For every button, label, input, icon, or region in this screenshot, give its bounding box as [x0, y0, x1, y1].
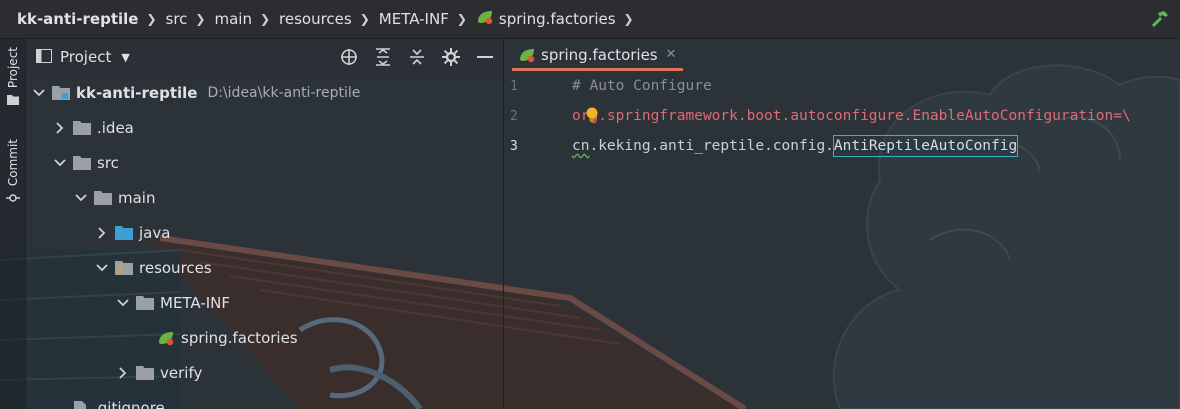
tree-item-project-root[interactable]: kk-anti-reptile D:\idea\kk-anti-reptile	[32, 75, 360, 110]
folder-icon	[73, 155, 91, 170]
spring-leaf-icon	[157, 330, 175, 346]
tree-item-meta-inf[interactable]: META-INF	[116, 285, 230, 320]
tree-item-gitignore[interactable]: .gitignore	[73, 390, 165, 409]
tree-item-main[interactable]: main	[74, 180, 155, 215]
code-line: 2 org.springframework.boot.autoconfigure…	[504, 101, 1180, 131]
project-icon	[36, 48, 52, 67]
breadcrumb-item-meta-inf[interactable]: META-INF	[379, 10, 449, 28]
chevron-right-icon[interactable]	[116, 366, 130, 379]
chevron-down-icon[interactable]	[116, 298, 130, 307]
build-hammer-icon[interactable]	[1150, 9, 1170, 33]
tree-item-spring-factories[interactable]: spring.factories	[157, 320, 298, 355]
hide-panel-icon[interactable]	[475, 47, 495, 67]
code-line: 1 # Auto Configure	[510, 78, 712, 94]
source-folder-icon	[115, 225, 133, 240]
breadcrumb-item-src[interactable]: src	[166, 10, 188, 28]
close-icon[interactable]: ✕	[666, 47, 677, 62]
code-line-current: 3 cn.keking.anti_reptile.config.AntiRept…	[510, 135, 1019, 157]
gear-icon[interactable]	[441, 47, 461, 67]
folder-icon	[136, 365, 154, 380]
chevron-right-icon[interactable]	[53, 121, 67, 134]
chevron-right-icon: ❯	[195, 12, 206, 26]
collapse-all-icon[interactable]	[407, 47, 427, 67]
folder-icon	[73, 120, 91, 135]
breadcrumb-item-project[interactable]: kk-anti-reptile	[17, 10, 138, 28]
chevron-right-icon: ❯	[146, 12, 157, 26]
tool-window-strip: Project Commit	[0, 39, 26, 409]
chevron-down-icon[interactable]: ▼	[121, 51, 129, 64]
chevron-down-icon[interactable]	[74, 193, 88, 202]
spring-leaf-icon	[518, 47, 536, 63]
locate-icon[interactable]	[339, 47, 359, 67]
chevron-down-icon[interactable]	[32, 88, 46, 97]
folder-icon	[7, 94, 19, 108]
resources-folder-icon	[115, 260, 133, 275]
chevron-down-icon[interactable]	[95, 263, 109, 272]
commit-tool-tab[interactable]: Commit	[3, 139, 23, 206]
folder-icon	[136, 295, 154, 310]
project-panel-header: Project ▼	[26, 39, 503, 75]
tab-spring-factories[interactable]: spring.factories ✕	[512, 41, 683, 71]
selected-class-name[interactable]: AntiReptileAutoConfig	[832, 135, 1019, 157]
breadcrumb-item-main[interactable]: main	[214, 10, 251, 28]
spring-leaf-icon	[476, 9, 494, 29]
tree-item-verify[interactable]: verify	[116, 355, 202, 390]
chevron-down-icon[interactable]	[53, 158, 67, 167]
breadcrumb: kk-anti-reptile ❯ src ❯ main ❯ resources…	[0, 0, 1180, 39]
chevron-right-icon: ❯	[259, 12, 271, 26]
chevron-right-icon: ❯	[623, 12, 634, 26]
breadcrumb-item-resources[interactable]: resources	[279, 10, 352, 28]
folder-icon	[94, 190, 112, 205]
chevron-right-icon: ❯	[359, 12, 370, 26]
chevron-right-icon: ❯	[456, 12, 467, 26]
commit-icon	[6, 192, 20, 206]
tree-item-src[interactable]: src	[53, 145, 119, 180]
lightbulb-icon[interactable]	[586, 107, 598, 127]
tree-item-java[interactable]: java	[95, 215, 170, 250]
editor-tab-bar: spring.factories ✕	[504, 39, 1180, 71]
module-folder-icon	[52, 85, 70, 100]
project-tool-tab[interactable]: Project	[3, 47, 23, 108]
file-icon	[73, 400, 87, 409]
breadcrumb-item-spring-factories[interactable]: spring.factories	[476, 9, 616, 29]
tree-item-idea[interactable]: .idea	[53, 110, 134, 145]
expand-all-icon[interactable]	[373, 47, 393, 67]
chevron-right-icon[interactable]	[95, 226, 109, 239]
project-panel-title: Project	[60, 48, 112, 66]
tree-item-resources[interactable]: resources	[95, 250, 212, 285]
